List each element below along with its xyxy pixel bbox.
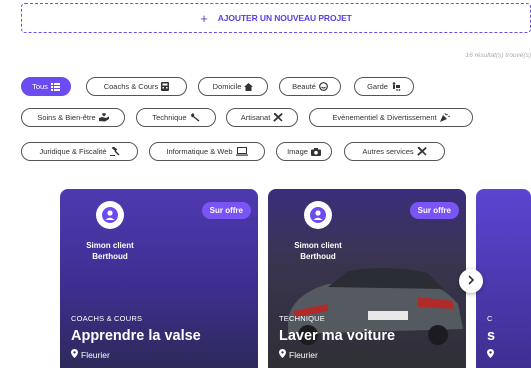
camera-icon [310, 147, 321, 156]
avatar [96, 201, 124, 229]
chip-informatique-web[interactable]: Informatique & Web [149, 142, 265, 161]
avatar [304, 201, 332, 229]
card-location [487, 349, 494, 360]
tools-icon [416, 147, 427, 156]
face-icon [318, 82, 328, 91]
project-card[interactable]: Sur offre Simon client Berthoud TECHNIQU… [268, 189, 466, 368]
chip-artisanat[interactable]: Artisanat [226, 108, 298, 127]
chip-coachs-cours[interactable]: Coachs & Cours [86, 77, 187, 96]
card-location: Fleurier [279, 349, 318, 360]
results-count: 16 résultat(s) trouvé(s) [465, 52, 531, 59]
projects-page: + AJOUTER UN NOUVEAU PROJET 16 résultat(… [0, 0, 531, 368]
chip-technique[interactable]: Technique [136, 108, 216, 127]
project-card[interactable]: Sur offre Simon client Berthoud COACHS &… [60, 189, 258, 368]
chip-juridique-fiscalite[interactable]: Juridique & Fiscalité [21, 142, 138, 161]
project-card[interactable]: C s [476, 189, 531, 368]
grid-icon [50, 82, 60, 91]
chip-beaute[interactable]: Beauté [279, 77, 341, 96]
calculator-icon [161, 82, 170, 91]
card-category: C [487, 314, 493, 323]
laptop-icon [235, 147, 248, 156]
hand-heart-icon [98, 113, 109, 122]
wrench-icon [190, 113, 200, 122]
chip-tous[interactable]: Tous [21, 77, 71, 96]
carousel-next-button[interactable] [459, 269, 483, 293]
plus-icon: + [200, 10, 208, 26]
card-category: TECHNIQUE [279, 314, 325, 323]
chip-domicile[interactable]: Domicile [198, 77, 268, 96]
card-location: Fleurier [71, 349, 110, 360]
chip-autres-services[interactable]: Autres services [344, 142, 445, 161]
chip-garde[interactable]: Garde [354, 77, 414, 96]
client-name: Simon client Berthoud [294, 241, 342, 261]
card-category: COACHS & COURS [71, 314, 143, 323]
chip-image[interactable]: Image [276, 142, 332, 161]
tools-icon [273, 113, 284, 122]
card-title: Apprendre la valse [71, 328, 201, 344]
party-icon [439, 113, 450, 122]
chip-evenementiel[interactable]: Evènementiel & Divertissement [309, 108, 473, 127]
client-name: Simon client Berthoud [86, 241, 134, 261]
offer-badge: Sur offre [201, 202, 251, 219]
home-icon [244, 82, 254, 91]
stroller-icon [391, 82, 401, 91]
location-pin-icon [487, 349, 494, 360]
add-project-button[interactable]: + AJOUTER UN NOUVEAU PROJET [21, 3, 531, 33]
add-project-label: AJOUTER UN NOUVEAU PROJET [217, 13, 352, 23]
card-title: Laver ma voiture [279, 328, 396, 344]
gavel-icon [109, 147, 120, 156]
location-pin-icon [279, 349, 286, 360]
card-title: s [487, 328, 496, 344]
chevron-right-icon [467, 272, 475, 290]
location-pin-icon [71, 349, 78, 360]
offer-badge: Sur offre [409, 202, 459, 219]
chip-soins-bien-etre[interactable]: Soins & Bien-être [21, 108, 125, 127]
